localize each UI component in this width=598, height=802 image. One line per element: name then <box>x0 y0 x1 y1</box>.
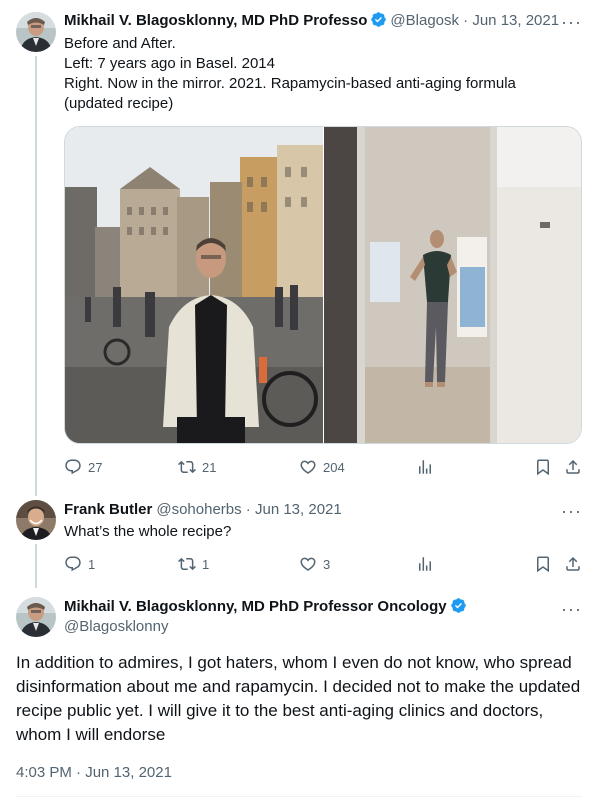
tweet-header: Frank Butler @sohoherbs · Jun 13, 2021 <box>64 500 342 520</box>
tweet-actions: 27 21 204 <box>64 457 582 477</box>
bookmark-button[interactable] <box>534 554 552 574</box>
tweet-header: Mikhail V. Blagosklonny, MD PhD Professo… <box>64 597 470 617</box>
views-button[interactable] <box>416 554 434 574</box>
photo-right <box>324 127 581 443</box>
like-count: 204 <box>323 459 345 475</box>
author-handle[interactable]: @Blagosklonny <box>64 618 168 635</box>
author-name[interactable]: Mikhail V. Blagosklonny, MD PhD Professo <box>64 12 367 29</box>
tweet-header: Mikhail V. Blagosklonny, MD PhD Professo… <box>64 11 559 31</box>
tweet-line: Before and After. <box>64 35 176 52</box>
tweet-date[interactable]: Jun 13, 2021 <box>255 501 342 518</box>
reply-button[interactable]: 27 <box>64 457 102 477</box>
like-button[interactable]: 3 <box>299 554 330 574</box>
bookmark-icon <box>534 555 552 573</box>
tweet-line: Left: 7 years ago in Basel. 2014 <box>64 55 275 72</box>
more-icon[interactable]: ··· <box>561 600 582 618</box>
avatar[interactable] <box>16 597 56 637</box>
reply-count: 1 <box>88 556 96 572</box>
tweet-text: Before and After. Left: 7 years ago in B… <box>64 34 574 114</box>
like-count: 3 <box>323 556 331 572</box>
tweet-timestamp[interactable]: 4:03 PM · Jun 13, 2021 <box>16 763 172 783</box>
tweet-date[interactable]: Jun 13, 2021 <box>472 12 559 29</box>
views-button[interactable] <box>416 457 434 477</box>
share-icon <box>564 555 582 573</box>
bookmark-icon <box>534 458 552 476</box>
tweet-2: Frank Butler @sohoherbs · Jun 13, 2021 ··… <box>0 490 598 590</box>
retweet-button[interactable]: 21 <box>178 457 216 477</box>
reply-button[interactable]: 1 <box>64 554 95 574</box>
author-handle-row: @Blagosklonny <box>64 617 168 637</box>
author-handle[interactable]: @Blagosk <box>390 12 459 29</box>
separator: · <box>459 12 473 29</box>
avatar[interactable] <box>16 12 56 52</box>
verified-badge-icon <box>450 597 467 620</box>
share-button[interactable] <box>564 554 582 574</box>
author-handle[interactable]: @sohoherbs <box>156 501 241 518</box>
reply-icon <box>64 458 82 476</box>
verified-badge-icon <box>370 11 387 34</box>
retweet-count: 1 <box>202 556 210 572</box>
tweet-text: In addition to admires, I got haters, wh… <box>16 653 581 744</box>
tweet-1: Mikhail V. Blagosklonny, MD PhD Professo… <box>0 0 598 490</box>
heart-icon <box>299 458 317 476</box>
more-icon[interactable]: ··· <box>561 502 582 520</box>
divider <box>16 796 582 797</box>
avatar[interactable] <box>16 500 56 540</box>
retweet-icon <box>178 555 196 573</box>
like-button[interactable]: 204 <box>299 457 345 477</box>
author-name[interactable]: Frank Butler <box>64 501 152 518</box>
more-icon[interactable]: ··· <box>561 13 582 31</box>
heart-icon <box>299 555 317 573</box>
retweet-icon <box>178 458 196 476</box>
reply-count: 27 <box>88 459 103 475</box>
author-name[interactable]: Mikhail V. Blagosklonny, MD PhD Professo… <box>64 598 447 615</box>
retweet-count: 21 <box>202 459 217 475</box>
tweet-text: What’s the whole recipe? <box>64 523 232 540</box>
share-button[interactable] <box>564 457 582 477</box>
tweet-line: (updated recipe) <box>64 95 174 112</box>
separator: · <box>241 501 255 518</box>
tweet-line: Right. Now in the mirror. 2021. Rapamyci… <box>64 75 516 92</box>
views-icon <box>416 555 434 573</box>
reply-icon <box>64 555 82 573</box>
share-icon <box>564 458 582 476</box>
photo-left <box>65 127 323 443</box>
media-photos <box>65 127 581 443</box>
retweet-button[interactable]: 1 <box>178 554 209 574</box>
views-icon <box>416 458 434 476</box>
bookmark-button[interactable] <box>534 457 552 477</box>
tweet-actions: 1 1 3 <box>64 554 582 574</box>
tweet-media[interactable] <box>64 126 582 444</box>
